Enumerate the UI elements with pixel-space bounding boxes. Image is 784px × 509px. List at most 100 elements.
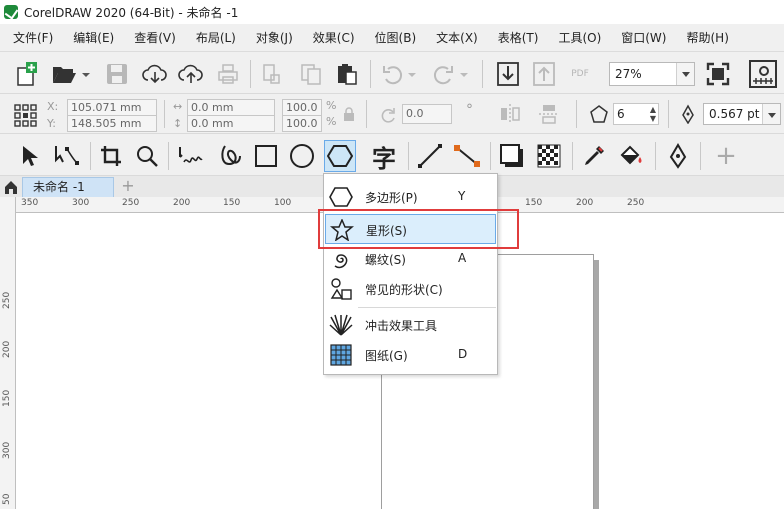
home-icon[interactable] xyxy=(3,179,19,195)
ruler-tick: 300 xyxy=(72,198,90,208)
menu-text[interactable]: 文本(X) xyxy=(430,24,484,52)
chevron-down-icon[interactable] xyxy=(762,104,780,124)
height-field[interactable]: 0.0 mm xyxy=(187,115,275,132)
flyout-item-label: 螺纹(S) xyxy=(365,253,406,267)
menu-view[interactable]: 查看(V) xyxy=(128,24,182,52)
flyout-item-impact-tool[interactable]: 冲击效果工具 xyxy=(325,310,496,340)
cut-icon[interactable] xyxy=(258,60,284,88)
ruler-tick: 150 xyxy=(525,198,543,208)
menu-effects[interactable]: 效果(C) xyxy=(307,24,361,52)
chevron-down-icon[interactable] xyxy=(80,70,92,80)
ruler-tick: 350 xyxy=(21,198,39,208)
undo-dropdown-icon[interactable] xyxy=(406,70,418,80)
zoom-tool-icon[interactable] xyxy=(133,142,161,170)
paste-icon[interactable] xyxy=(333,60,361,88)
pentagon-points-icon xyxy=(588,103,610,125)
flyout-item-graph-paper[interactable]: 图纸(G) D xyxy=(325,340,496,370)
transparency-icon[interactable] xyxy=(535,142,563,170)
flyout-item-shortcut: D xyxy=(458,347,468,361)
rectangle-tool-icon[interactable] xyxy=(252,142,280,170)
reference-point-icon[interactable] xyxy=(12,102,38,128)
options-icon[interactable] xyxy=(747,58,779,90)
points-value: 6 xyxy=(617,107,625,121)
zoom-level-combo[interactable]: 27% xyxy=(609,62,695,86)
undo-icon[interactable] xyxy=(378,60,406,88)
copy-icon[interactable] xyxy=(297,60,325,88)
open-icon[interactable] xyxy=(50,60,80,88)
title-bar: CorelDRAW 2020 (64-Bit) - 未命名 -1 xyxy=(0,0,784,24)
flyout-item-label: 多边形(P) xyxy=(365,191,418,205)
flyout-item-label: 冲击效果工具 xyxy=(365,319,438,333)
rotation-field[interactable]: 0.0 xyxy=(402,104,452,124)
chevron-down-icon[interactable] xyxy=(676,63,694,85)
menu-help[interactable]: 帮助(H) xyxy=(680,24,734,52)
menu-tools[interactable]: 工具(O) xyxy=(552,24,607,52)
outline-width-combo[interactable]: 0.567 pt xyxy=(703,103,781,125)
lock-ratio-icon[interactable] xyxy=(342,106,356,122)
menu-window[interactable]: 窗口(W) xyxy=(615,24,672,52)
degree-symbol: ° xyxy=(466,102,473,118)
zoom-level-value: 27% xyxy=(615,67,642,81)
scale-y-field[interactable]: 100.0 xyxy=(282,115,322,132)
points-spinner-icon[interactable]: ▲ ▼ xyxy=(650,105,656,123)
flyout-divider xyxy=(358,307,496,308)
width-field[interactable]: 0.0 mm xyxy=(187,99,275,116)
vertical-ruler[interactable]: 300 250 200 150 50 xyxy=(0,197,16,509)
impact-tool-icon xyxy=(329,314,353,336)
print-icon[interactable] xyxy=(214,60,242,88)
eyedropper-icon[interactable] xyxy=(580,142,608,170)
crop-tool-icon[interactable] xyxy=(97,142,125,170)
menu-edit[interactable]: 编辑(E) xyxy=(67,24,120,52)
save-icon[interactable] xyxy=(103,60,131,88)
flyout-item-polygon[interactable]: 多边形(P) Y xyxy=(325,182,496,212)
menu-file[interactable]: 文件(F) xyxy=(7,24,59,52)
ruler-tick: 150 xyxy=(223,198,241,208)
ellipse-tool-icon[interactable] xyxy=(288,142,316,170)
add-tab-button[interactable]: + xyxy=(118,178,138,195)
export-icon[interactable] xyxy=(530,60,558,88)
freehand-tool-icon[interactable] xyxy=(175,142,205,170)
menu-table[interactable]: 表格(T) xyxy=(492,24,545,52)
menu-bar: 文件(F) 编辑(E) 查看(V) 布局(L) 对象(J) 效果(C) 位图(B… xyxy=(0,24,784,52)
rotation-icon xyxy=(378,105,398,125)
graph-paper-icon xyxy=(329,344,353,366)
artistic-media-icon[interactable] xyxy=(216,142,246,170)
ruler-tick: 250 xyxy=(2,291,12,309)
full-screen-icon[interactable] xyxy=(704,60,732,88)
flyout-item-common-shapes[interactable]: 常见的形状(C) xyxy=(325,274,496,304)
download-cloud-icon[interactable] xyxy=(140,60,170,88)
points-field[interactable]: 6 ▲ ▼ xyxy=(613,103,659,125)
pdf-icon[interactable]: PDF xyxy=(566,60,594,88)
menu-object[interactable]: 对象(J) xyxy=(250,24,299,52)
menu-bitmaps[interactable]: 位图(B) xyxy=(369,24,423,52)
menu-layout[interactable]: 布局(L) xyxy=(190,24,242,52)
new-document-icon[interactable] xyxy=(12,60,40,88)
import-icon[interactable] xyxy=(494,60,522,88)
mirror-vertical-icon[interactable] xyxy=(536,101,562,127)
x-position-field[interactable]: 105.071 mm xyxy=(67,99,157,116)
y-position-field[interactable]: 148.505 mm xyxy=(67,115,157,132)
fill-icon[interactable] xyxy=(615,142,645,170)
page-shadow xyxy=(594,260,599,509)
outline-pen-icon xyxy=(678,103,698,125)
line-tool-icon[interactable] xyxy=(416,142,444,170)
pick-tool-icon[interactable] xyxy=(16,142,42,170)
redo-dropdown-icon[interactable] xyxy=(458,70,470,80)
tab-untitled-1[interactable]: 未命名 -1 xyxy=(22,177,114,197)
redo-icon[interactable] xyxy=(430,60,458,88)
upload-cloud-icon[interactable] xyxy=(176,60,206,88)
add-icon[interactable]: + xyxy=(712,141,740,171)
flyout-item-label: 图纸(G) xyxy=(365,349,408,363)
scale-x-field[interactable]: 100.0 xyxy=(282,99,322,116)
scale-y-percent: % xyxy=(326,115,337,128)
connector-tool-icon[interactable] xyxy=(452,142,482,170)
mirror-horizontal-icon[interactable] xyxy=(497,101,523,127)
shape-tool-icon[interactable] xyxy=(52,142,82,170)
pdf-label: PDF xyxy=(571,69,589,79)
flyout-item-shortcut: Y xyxy=(458,189,466,203)
polygon-tool-icon[interactable] xyxy=(324,140,356,172)
text-tool-icon[interactable]: 字 xyxy=(368,140,400,173)
pen-icon[interactable] xyxy=(664,142,692,170)
property-bar: X: Y: 105.071 mm 148.505 mm ↔ ↕ 0.0 mm 0… xyxy=(0,94,784,134)
drop-shadow-icon[interactable] xyxy=(498,142,526,170)
